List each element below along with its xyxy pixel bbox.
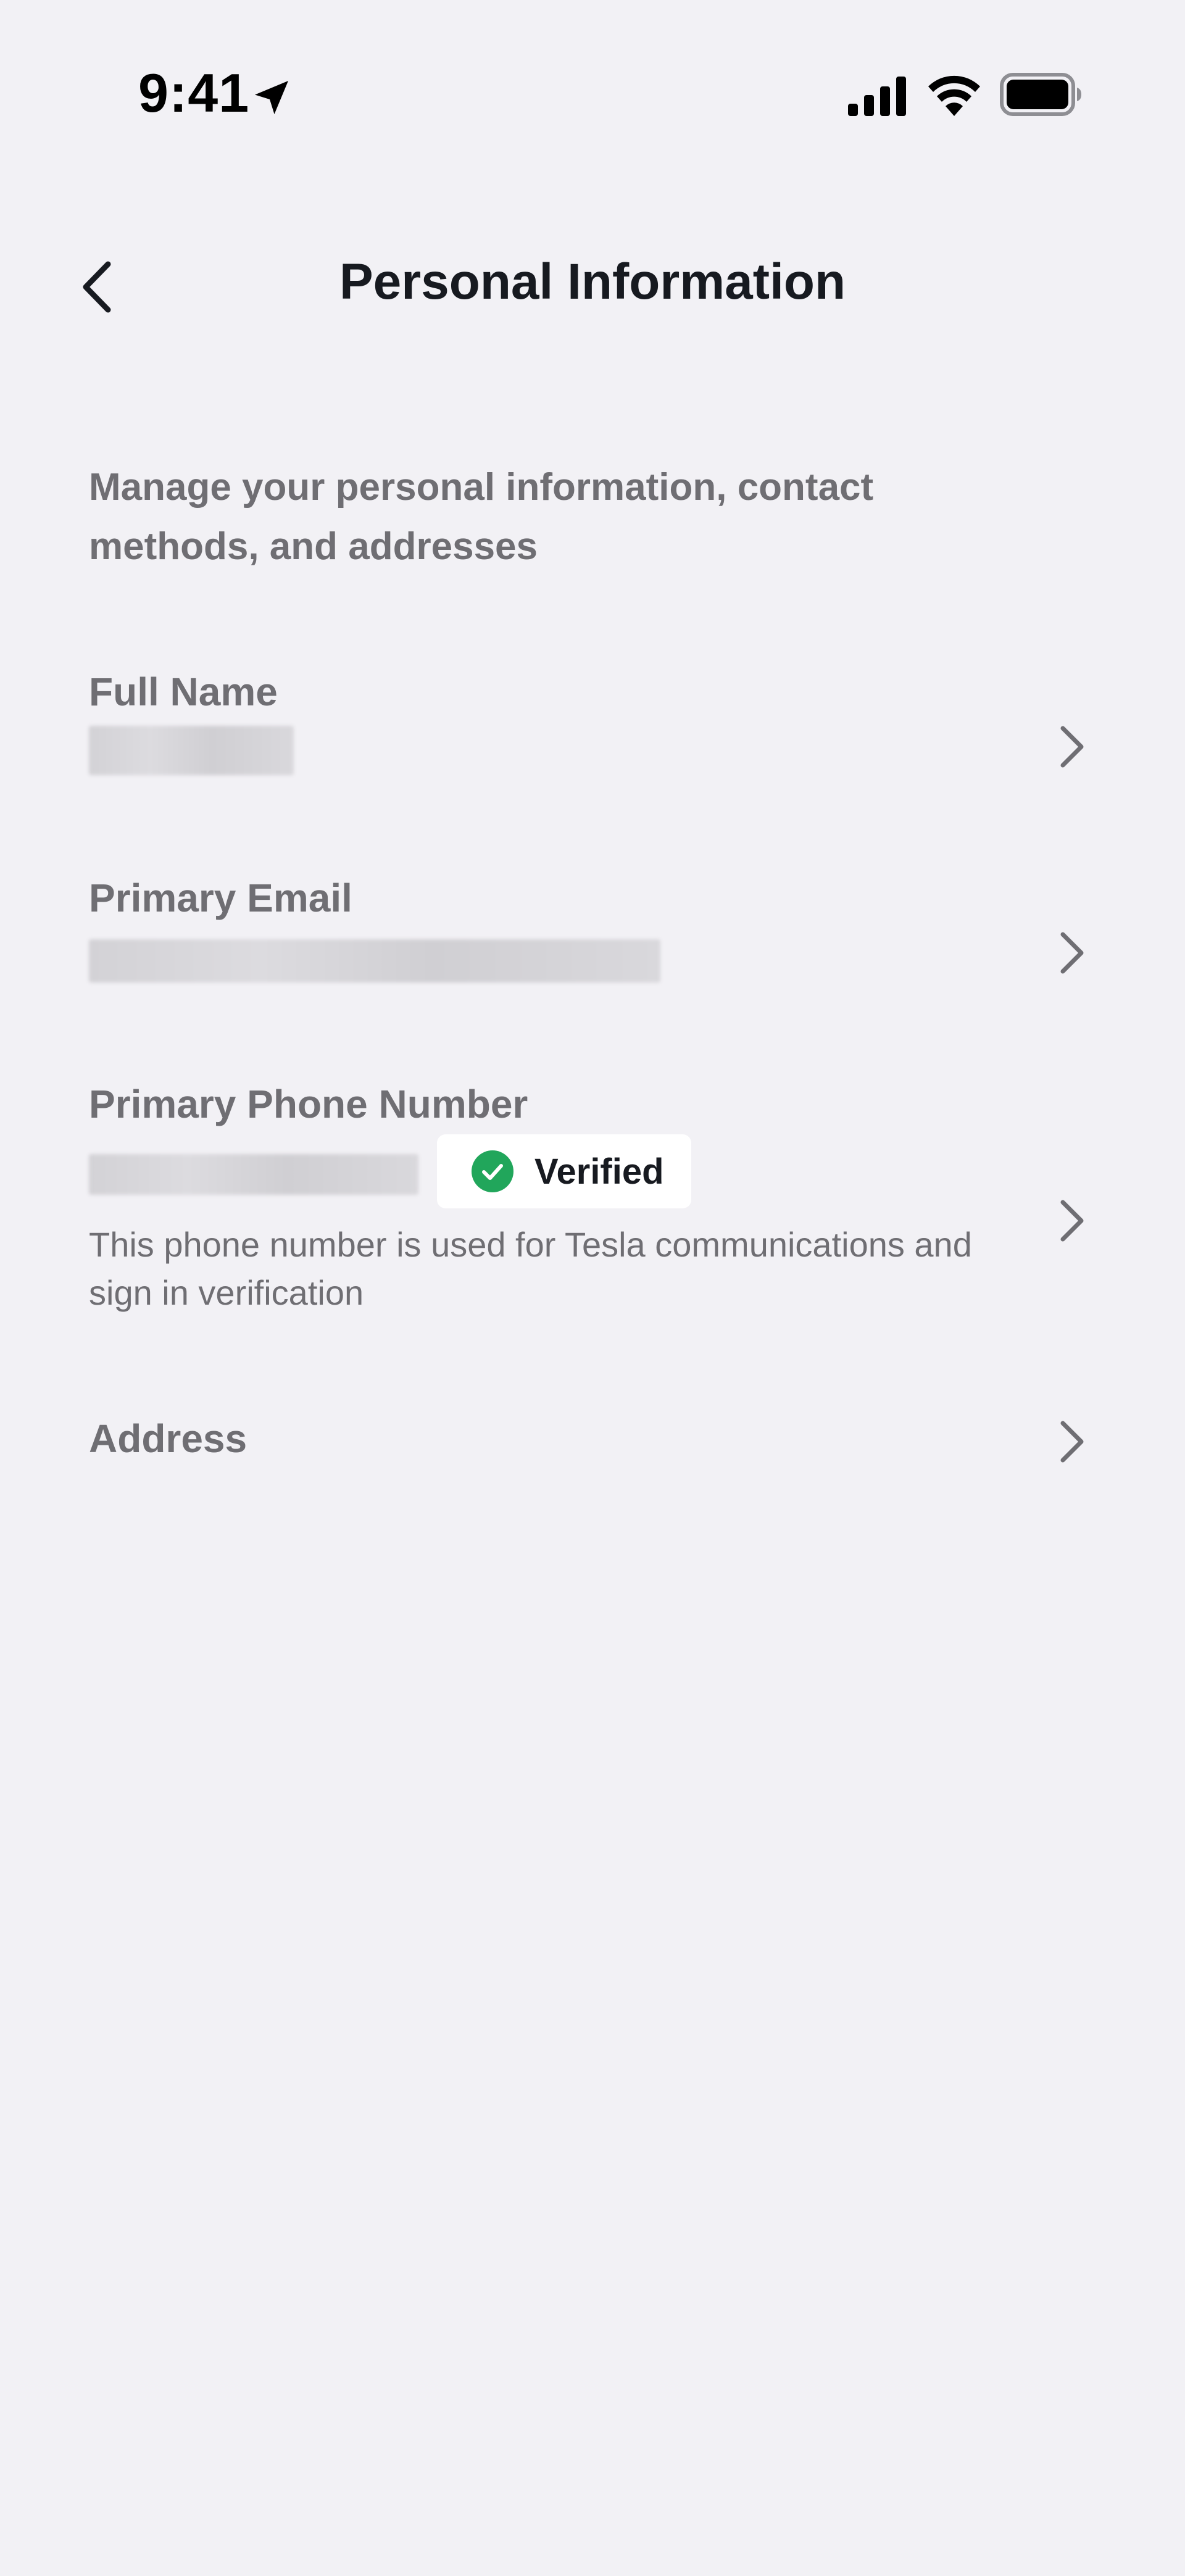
row-label: Primary Email [89,876,352,920]
phone-usage-note: This phone number is used for Tesla comm… [89,1225,972,1312]
verified-label: Verified [534,1151,664,1192]
row-primary-email[interactable]: Primary Email [0,860,1185,1008]
chevron-right-icon [1060,1421,1084,1463]
row-address[interactable]: Address [0,1382,1185,1506]
email-value-redacted [89,939,660,983]
chevron-right-icon [1060,1200,1084,1242]
full-name-value-redacted [89,726,294,775]
location-arrow-icon [255,81,288,114]
row-label: Full Name [89,670,278,714]
row-full-name[interactable]: Full Name [0,654,1185,802]
status-time: 9:41 [138,62,250,123]
chevron-right-icon [1060,726,1084,768]
wifi-icon [928,75,980,116]
page-title: Personal Information [339,254,846,310]
verified-badge: Verified [437,1134,691,1208]
row-label: Address [89,1416,247,1461]
battery-icon [1000,73,1081,116]
check-circle-icon [472,1150,514,1192]
cellular-signal-icon [848,77,906,116]
page-description: Manage your personal information, contac… [89,466,874,568]
chevron-right-icon [1060,932,1084,974]
phone-value-redacted [89,1154,418,1195]
row-label: Primary Phone Number [89,1082,528,1126]
